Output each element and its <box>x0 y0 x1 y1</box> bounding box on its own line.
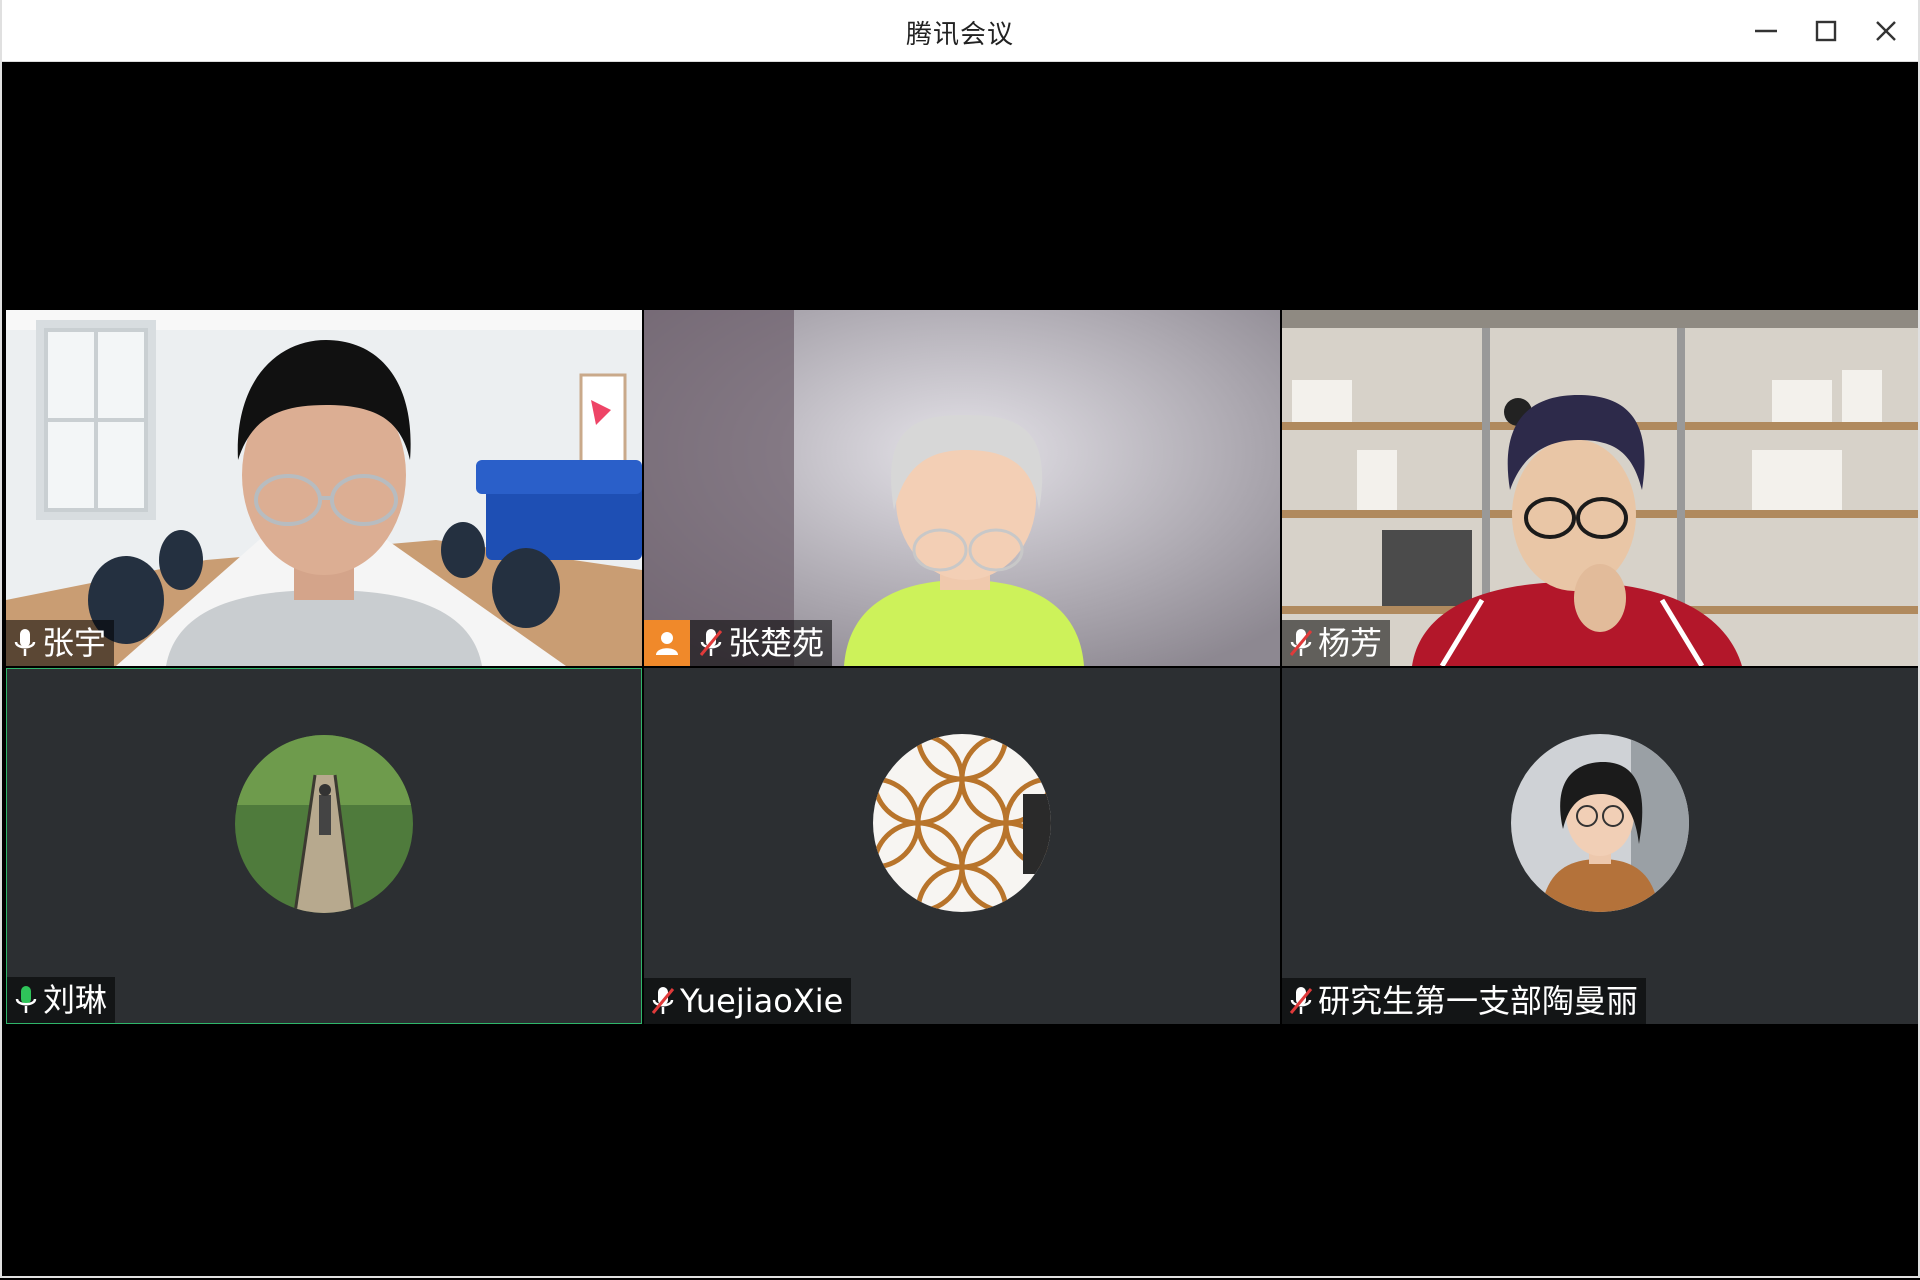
participant-name-tag: YuejiaoXie <box>644 978 852 1024</box>
participant-name: 张楚苑 <box>728 624 825 662</box>
participant-name: 张宇 <box>42 624 107 662</box>
avatar <box>1511 734 1689 912</box>
close-button[interactable] <box>1859 6 1913 56</box>
participant-name-tag: 张宇 <box>6 620 115 666</box>
avatar <box>235 735 413 913</box>
minimize-icon <box>1755 29 1777 33</box>
participant-video-tile[interactable]: 刘琳 <box>6 668 642 1024</box>
person-icon <box>644 620 690 666</box>
participant-name-tag: 刘琳 <box>7 977 116 1023</box>
microphone-muted-icon <box>1286 626 1316 660</box>
maximize-icon <box>1815 20 1837 42</box>
participant-name-tag: 张楚苑 <box>644 620 833 666</box>
participant-video-tile[interactable]: 杨芳 <box>1282 310 1918 666</box>
participant-video-tile[interactable]: 张宇 <box>6 310 642 666</box>
close-icon <box>1876 21 1896 41</box>
microphone-muted-icon <box>1286 984 1316 1018</box>
participant-name: YuejiaoXie <box>680 982 844 1020</box>
participant-video-feed <box>1282 310 1918 666</box>
participant-video-tile[interactable]: 张楚苑 <box>644 310 1280 666</box>
microphone-icon <box>11 983 41 1017</box>
window-title: 腾讯会议 <box>905 20 1014 50</box>
microphone-icon <box>10 626 40 660</box>
microphone-muted-icon <box>696 626 726 660</box>
title-bar: 腾讯会议 <box>2 0 1918 62</box>
meeting-window: 腾讯会议 张宇 张楚苑 杨芳 刘琳 YuejiaoXie 研究生第一支部陶曼丽 <box>0 0 1920 1278</box>
participant-name-tag: 研究生第一支部陶曼丽 <box>1282 978 1647 1024</box>
avatar <box>873 734 1051 912</box>
microphone-muted-icon <box>648 984 678 1018</box>
participant-video-feed <box>644 310 1280 666</box>
minimize-button[interactable] <box>1739 6 1793 56</box>
participant-name: 杨芳 <box>1318 624 1383 662</box>
participant-name: 研究生第一支部陶曼丽 <box>1318 982 1639 1020</box>
participant-name-tag: 杨芳 <box>1282 620 1391 666</box>
participant-video-tile[interactable]: YuejiaoXie <box>644 668 1280 1024</box>
participant-video-feed <box>6 310 642 666</box>
maximize-button[interactable] <box>1799 6 1853 56</box>
participant-name: 刘琳 <box>43 981 108 1019</box>
participant-video-tile[interactable]: 研究生第一支部陶曼丽 <box>1282 668 1918 1024</box>
